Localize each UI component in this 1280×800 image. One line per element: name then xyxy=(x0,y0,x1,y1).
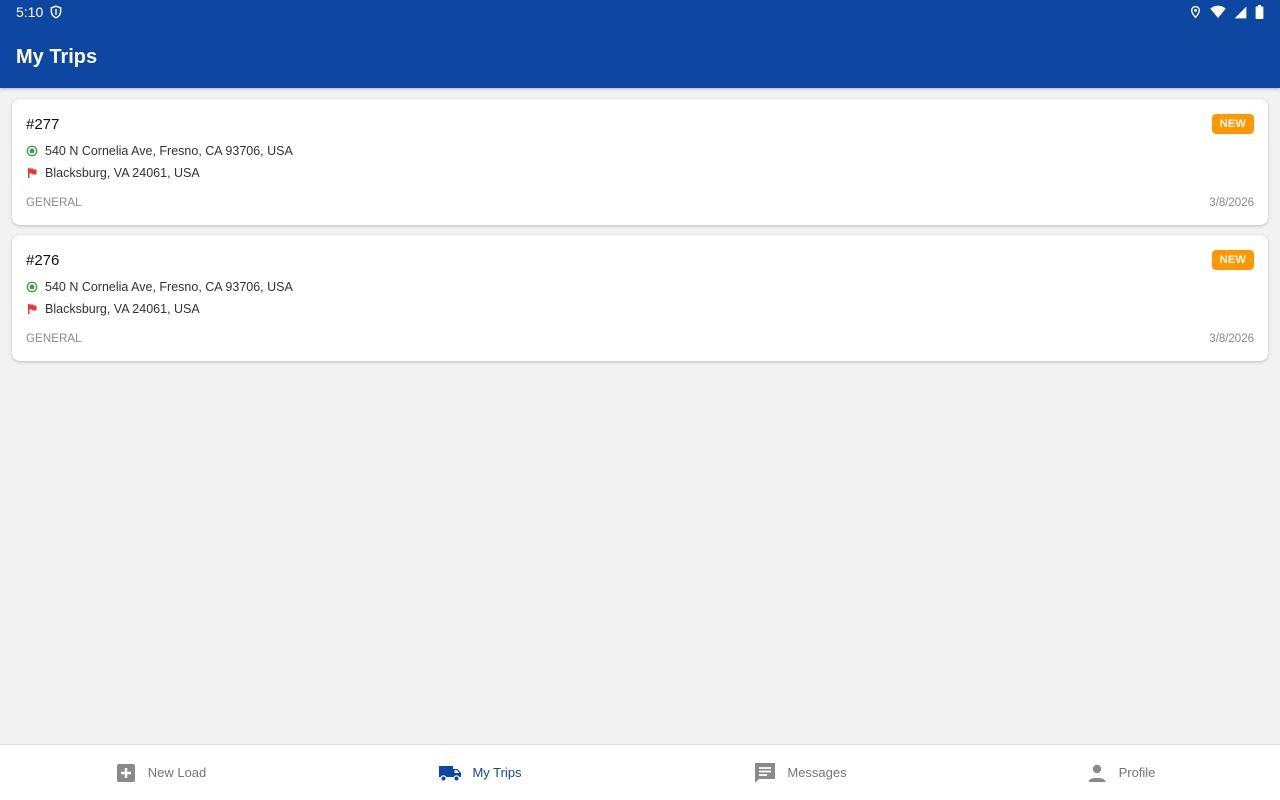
shield-icon xyxy=(50,5,62,19)
nav-label: Messages xyxy=(787,765,847,780)
nav-my-trips[interactable]: My Trips xyxy=(320,745,640,800)
app-bar: 5:10 My Trips xyxy=(0,0,1280,88)
person-icon xyxy=(1088,764,1106,782)
origin-address: 540 N Cornelia Ave, Fresno, CA 93706, US… xyxy=(45,280,293,294)
trip-date: 3/8/2026 xyxy=(1209,197,1254,209)
destination-address: Blacksburg, VA 24061, USA xyxy=(45,302,200,316)
nav-label: New Load xyxy=(147,765,207,780)
origin-row: 540 N Cornelia Ave, Fresno, CA 93706, US… xyxy=(26,280,293,294)
status-badge: NEW xyxy=(1211,114,1254,134)
trip-id: #276 xyxy=(26,252,60,269)
trip-card[interactable]: #277 NEW 540 N Cornelia Ave, Fresno, CA … xyxy=(12,99,1268,225)
status-right xyxy=(1189,5,1264,19)
origin-dot-icon xyxy=(26,145,38,157)
add-box-icon xyxy=(116,763,135,782)
nav-label: My Trips xyxy=(472,765,522,780)
nav-new-load[interactable]: New Load xyxy=(0,745,320,800)
wifi-icon xyxy=(1210,5,1226,19)
origin-dot-icon xyxy=(26,281,38,293)
battery-icon xyxy=(1255,5,1264,19)
trip-card[interactable]: #276 NEW 540 N Cornelia Ave, Fresno, CA … xyxy=(12,235,1268,361)
status-bar: 5:10 xyxy=(0,0,1280,24)
destination-address: Blacksburg, VA 24061, USA xyxy=(45,166,200,180)
trip-category: GENERAL xyxy=(26,333,82,345)
status-time: 5:10 xyxy=(16,4,44,20)
nav-profile[interactable]: Profile xyxy=(960,745,1280,800)
signal-icon xyxy=(1234,6,1247,18)
nav-messages[interactable]: Messages xyxy=(640,745,960,800)
destination-row: Blacksburg, VA 24061, USA xyxy=(26,302,200,316)
trip-date: 3/8/2026 xyxy=(1209,333,1254,345)
origin-row: 540 N Cornelia Ave, Fresno, CA 93706, US… xyxy=(26,144,293,158)
trip-category: GENERAL xyxy=(26,197,82,209)
origin-address: 540 N Cornelia Ave, Fresno, CA 93706, US… xyxy=(45,144,293,158)
flag-icon xyxy=(28,304,37,314)
destination-row: Blacksburg, VA 24061, USA xyxy=(26,166,200,180)
trip-list: #277 NEW 540 N Cornelia Ave, Fresno, CA … xyxy=(0,88,1280,744)
status-left: 5:10 xyxy=(16,4,63,20)
page-title: My Trips xyxy=(16,46,98,68)
flag-icon xyxy=(28,168,37,178)
status-badge: NEW xyxy=(1211,250,1254,270)
message-icon xyxy=(755,762,776,783)
nav-label: Profile xyxy=(1118,765,1156,780)
location-icon xyxy=(1191,5,1200,19)
bottom-navigation: New Load My Trips Messages Profile xyxy=(0,744,1280,800)
truck-icon xyxy=(439,765,462,782)
trip-id: #277 xyxy=(26,116,60,133)
